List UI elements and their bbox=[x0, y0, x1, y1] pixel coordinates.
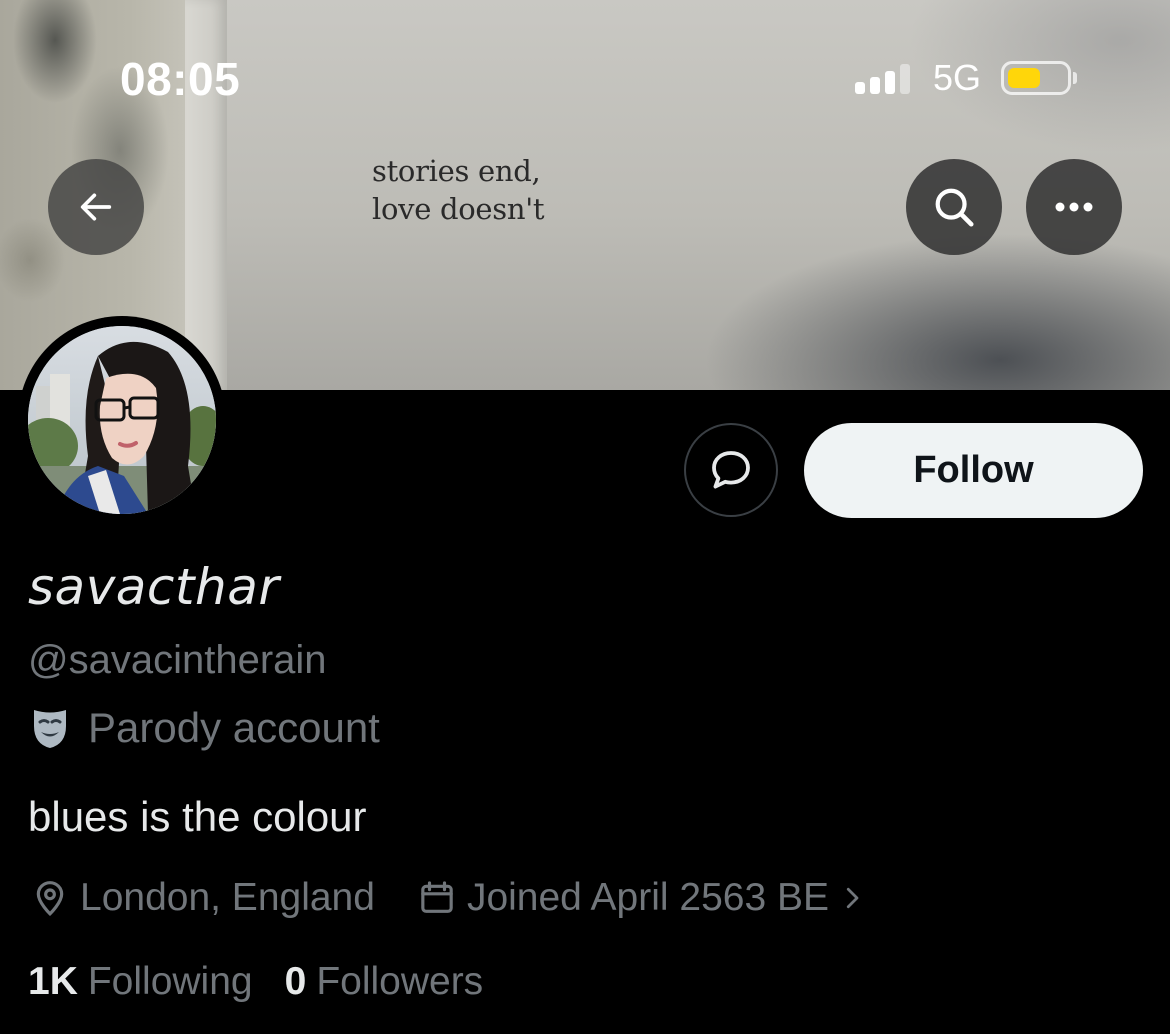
back-button[interactable] bbox=[48, 159, 144, 255]
followers-count-link[interactable]: 0 Followers bbox=[285, 960, 484, 1004]
location: London, England bbox=[30, 876, 375, 920]
signal-strength-icon bbox=[855, 58, 915, 98]
status-indicators: 5G bbox=[855, 57, 1078, 98]
calendar-icon bbox=[421, 881, 453, 913]
search-icon bbox=[935, 188, 974, 227]
theater-mask-icon bbox=[34, 710, 66, 748]
join-date[interactable]: Joined April 2563 BE bbox=[417, 876, 877, 920]
chevron-right-icon bbox=[846, 887, 859, 909]
banner-book-line-2: love doesn't bbox=[372, 192, 545, 226]
status-time: 08:05 bbox=[120, 53, 241, 105]
following-count-link[interactable]: 1K Following bbox=[28, 960, 253, 1004]
banner-book-text: stories end, love doesn't bbox=[372, 152, 592, 228]
parody-label-text: Parody account bbox=[88, 704, 380, 751]
avatar-image bbox=[28, 326, 216, 514]
location-text: London, England bbox=[80, 876, 375, 919]
search-button[interactable] bbox=[906, 159, 1002, 255]
username-handle: @savacintherain bbox=[28, 638, 327, 682]
message-button[interactable] bbox=[684, 423, 778, 517]
more-horizontal-icon bbox=[1055, 202, 1093, 212]
profile-screen: stories end, love doesn't 08:05 5G Follo… bbox=[0, 0, 1170, 1034]
battery-fill bbox=[1008, 68, 1041, 88]
profile-meta: London, England Joined April 2563 BE bbox=[30, 873, 877, 923]
battery-icon bbox=[1001, 61, 1078, 95]
follow-stats: 1K Following 0 Followers bbox=[28, 960, 483, 1004]
avatar-photo bbox=[28, 326, 216, 514]
profile-bio: blues is the colour bbox=[28, 793, 367, 840]
display-name: savacthar bbox=[28, 558, 280, 616]
more-options-button[interactable] bbox=[1026, 159, 1122, 255]
arrow-left-icon bbox=[80, 193, 112, 221]
location-pin-icon bbox=[36, 881, 64, 917]
network-type: 5G bbox=[933, 57, 982, 98]
followers-count: 0 bbox=[284, 960, 307, 1003]
following-count: 1K bbox=[28, 960, 78, 1003]
follow-button[interactable]: Follow bbox=[804, 423, 1143, 518]
following-label: Following bbox=[87, 960, 253, 1003]
avatar[interactable] bbox=[18, 316, 226, 524]
parody-account-label[interactable]: Parody account bbox=[30, 704, 380, 752]
join-date-text: Joined April 2563 BE bbox=[466, 876, 830, 919]
chat-bubble-icon bbox=[712, 451, 750, 489]
followers-label: Followers bbox=[316, 960, 484, 1003]
banner-book-line-1: stories end, bbox=[372, 154, 541, 188]
